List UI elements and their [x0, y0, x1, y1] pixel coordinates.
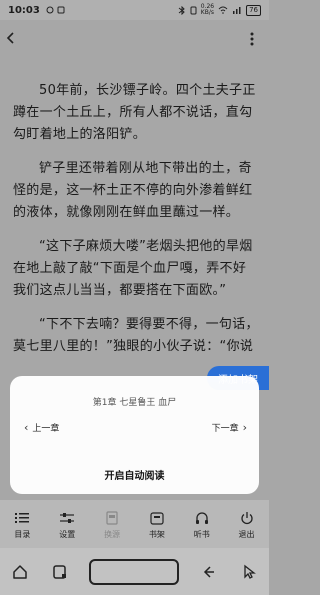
app-notification-icon — [57, 6, 65, 14]
back-arrow-icon — [6, 31, 14, 44]
next-chapter-button[interactable]: 下一章 › — [212, 421, 247, 434]
chapter-text: 50年前，长沙镖子岭。四个土夫子正蹲在一个土丘上，所有人都不说话，直勾勾盯着地上… — [13, 80, 259, 370]
status-time: 10:03 — [8, 4, 40, 16]
cursor-icon[interactable] — [238, 561, 260, 583]
bookshelf-icon — [149, 510, 165, 526]
prev-chapter-label: 上一章 — [32, 424, 60, 434]
menu-listen[interactable]: 听书 — [184, 510, 220, 540]
list-icon — [14, 510, 30, 526]
paragraph: 铲子里还带着刚从地下带出的土，奇怪的是，这一杯土正不停的向外渗着鲜红的液体，就像… — [13, 161, 253, 220]
notification-icon — [46, 6, 54, 14]
paragraph: 50年前，长沙镖子岭。四个土夫子正蹲在一个土丘上，所有人都不说话，直勾勾盯着地上… — [13, 83, 256, 142]
sliders-icon — [59, 510, 75, 526]
menu-label: 换源 — [104, 530, 121, 539]
menu-label: 目录 — [14, 530, 31, 539]
chapter-panel: 第1章 七星鲁王 血尸 ‹ 上一章 下一章 › 开启自动阅读 — [10, 376, 259, 494]
prev-chapter-button[interactable]: ‹ 上一章 — [24, 421, 59, 434]
notification-icons — [46, 6, 65, 14]
home-icon[interactable] — [9, 561, 31, 583]
wifi-icon — [218, 6, 228, 14]
back-nav-icon[interactable] — [198, 561, 220, 583]
menu-label: 书架 — [148, 530, 165, 539]
menu-settings[interactable]: 设置 — [49, 510, 85, 540]
menu-change-source[interactable]: 换源 — [94, 510, 130, 540]
menu-label: 设置 — [59, 530, 76, 539]
menu-exit[interactable]: 退出 — [229, 510, 265, 540]
menu-label: 听书 — [193, 530, 210, 539]
top-nav — [0, 24, 269, 54]
vibrate-icon — [190, 6, 197, 14]
chevron-right-icon: › — [242, 421, 247, 434]
battery-icon: 76 — [246, 4, 261, 16]
paragraph: “下不下去喃？要得要不得，一句话，莫七里八里的！”独眼的小伙子说：“你说 — [13, 317, 259, 354]
menu-label: 退出 — [238, 530, 255, 539]
menu-catalog[interactable]: 目录 — [4, 510, 40, 540]
menu-bookshelf[interactable]: 书架 — [139, 510, 175, 540]
headphones-icon — [194, 510, 210, 526]
status-bar: 10:03 0.26 KB/s 76 — [0, 0, 269, 20]
status-right: 0.26 KB/s 76 — [178, 4, 261, 16]
bluetooth-icon — [178, 5, 185, 15]
net-speed: 0.26 KB/s — [200, 3, 215, 16]
chapter-title: 第1章 七星鲁王 血尸 — [92, 398, 177, 408]
auto-read-button[interactable]: 开启自动阅读 — [10, 467, 259, 482]
bottom-menu: 目录 设置 换源 书架 听书 退出 — [0, 500, 269, 548]
more-dots-icon — [250, 32, 254, 46]
system-nav-bar — [0, 548, 269, 595]
recent-apps-icon[interactable] — [49, 561, 71, 583]
power-icon — [239, 510, 255, 526]
chevron-left-icon: ‹ — [24, 421, 29, 434]
source-icon — [104, 510, 120, 526]
signal-icon — [233, 7, 241, 14]
paragraph: “这下子麻烦大喽”老烟头把他的旱烟在地上敲了敲“下面是个血尸嘎，弄不好我们这点儿… — [13, 239, 253, 298]
back-button[interactable] — [6, 30, 26, 49]
more-options-button[interactable] — [241, 28, 263, 50]
home-gesture-button[interactable] — [89, 558, 180, 585]
next-chapter-label: 下一章 — [211, 424, 239, 434]
